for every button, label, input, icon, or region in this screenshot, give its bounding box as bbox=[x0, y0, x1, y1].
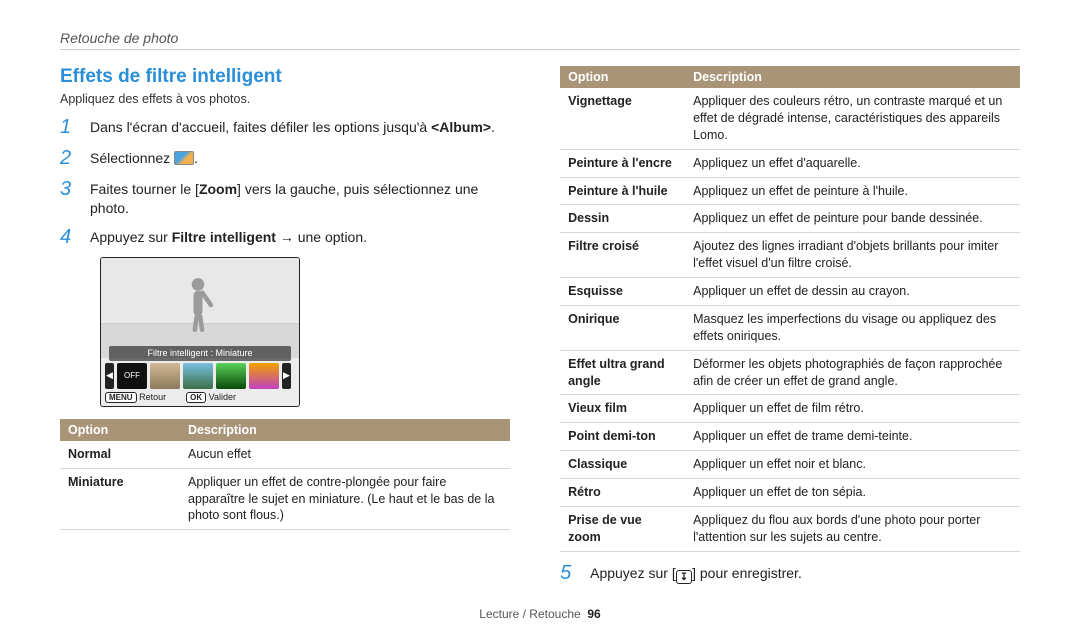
description-cell: Appliquer un effet de dessin au crayon. bbox=[685, 278, 1020, 306]
description-cell: Appliquer un effet de film rétro. bbox=[685, 395, 1020, 423]
filter-thumb[interactable] bbox=[150, 363, 180, 389]
step-text: Appuyez sur [↧] pour enregistrer. bbox=[590, 562, 802, 585]
page-title: Effets de filtre intelligent bbox=[60, 66, 510, 88]
breadcrumb: Retouche de photo bbox=[60, 30, 1020, 46]
option-cell: Esquisse bbox=[560, 278, 685, 306]
table-row: EsquisseAppliquer un effet de dessin au … bbox=[560, 278, 1020, 306]
table-row: Normal Aucun effet bbox=[60, 441, 510, 468]
step-text: Faites tourner le [Zoom] vers la gauche,… bbox=[90, 178, 510, 218]
step-1: 1 Dans l'écran d'accueil, faites défiler… bbox=[60, 116, 510, 139]
table-row: Vieux filmAppliquer un effet de film rét… bbox=[560, 395, 1020, 423]
preview-caption: Filtre intelligent : Miniature bbox=[109, 346, 291, 361]
table-header-option: Option bbox=[560, 66, 685, 88]
option-cell: Point demi-ton bbox=[560, 423, 685, 451]
option-cell: Onirique bbox=[560, 305, 685, 350]
step-list: 1 Dans l'écran d'accueil, faites défiler… bbox=[60, 116, 510, 249]
table-row: Peinture à l'encreAppliquez un effet d'a… bbox=[560, 149, 1020, 177]
step-2: 2 Sélectionnez . bbox=[60, 147, 510, 170]
camera-preview: Filtre intelligent : Miniature ◀ OFF ▶ M… bbox=[100, 257, 300, 407]
menu-label: Retour bbox=[139, 392, 166, 402]
save-key-icon: ↧ bbox=[676, 570, 692, 584]
table-row: Effet ultra grand angleDéformer les obje… bbox=[560, 350, 1020, 395]
step-text: Sélectionnez . bbox=[90, 147, 198, 170]
description-cell: Appliquez un effet de peinture à l'huile… bbox=[685, 177, 1020, 205]
divider bbox=[60, 49, 1020, 50]
description-cell: Masquez les imperfections du visage ou a… bbox=[685, 305, 1020, 350]
filter-thumb[interactable] bbox=[216, 363, 246, 389]
option-cell: Rétro bbox=[560, 479, 685, 507]
option-cell: Peinture à l'huile bbox=[560, 177, 685, 205]
footer-section: Lecture / Retouche bbox=[479, 607, 580, 621]
filter-thumbnail-row: ◀ OFF ▶ bbox=[105, 362, 295, 390]
preview-scene bbox=[101, 258, 299, 358]
step-5: 5 Appuyez sur [↧] pour enregistrer. bbox=[560, 562, 1020, 585]
content-columns: Effets de filtre intelligent Appliquez d… bbox=[60, 66, 1020, 593]
description-cell: Déformer les objets photographiés de faç… bbox=[685, 350, 1020, 395]
description-cell: Appliquer un effet de ton sépia. bbox=[685, 479, 1020, 507]
table-row: DessinAppliquez un effet de peinture pou… bbox=[560, 205, 1020, 233]
table-header-description: Description bbox=[180, 419, 510, 441]
manual-page: Retouche de photo Effets de filtre intel… bbox=[0, 0, 1080, 631]
description-cell: Appliquez un effet de peinture pour band… bbox=[685, 205, 1020, 233]
table-row: Point demi-tonAppliquer un effet de tram… bbox=[560, 423, 1020, 451]
description-cell: Appliquer un effet de contre-plongée pou… bbox=[180, 468, 510, 530]
description-cell: Appliquer un effet noir et blanc. bbox=[685, 451, 1020, 479]
preview-button-bar: MENU Retour OK Valider bbox=[105, 390, 295, 404]
filter-thumb[interactable] bbox=[183, 363, 213, 389]
step-text: Appuyez sur Filtre intelligent → une opt… bbox=[90, 226, 367, 249]
table-row: RétroAppliquer un effet de ton sépia. bbox=[560, 479, 1020, 507]
ok-label: Valider bbox=[209, 392, 236, 402]
option-cell: Normal bbox=[60, 441, 180, 468]
table-row: OniriqueMasquez les imperfections du vis… bbox=[560, 305, 1020, 350]
step-number: 1 bbox=[60, 116, 82, 139]
intro-text: Appliquez des effets à vos photos. bbox=[60, 92, 510, 106]
description-cell: Appliquer des couleurs rétro, un contras… bbox=[685, 88, 1020, 149]
page-number: 96 bbox=[587, 607, 600, 621]
table-header-option: Option bbox=[60, 419, 180, 441]
table-row: Peinture à l'huileAppliquez un effet de … bbox=[560, 177, 1020, 205]
step-number: 2 bbox=[60, 147, 82, 170]
description-cell: Appliquez du flou aux bords d'une photo … bbox=[685, 506, 1020, 551]
left-column: Effets de filtre intelligent Appliquez d… bbox=[60, 66, 510, 593]
photo-edit-icon bbox=[174, 151, 194, 165]
option-cell: Vignettage bbox=[560, 88, 685, 149]
menu-key-icon: MENU bbox=[105, 392, 137, 403]
option-cell: Filtre croisé bbox=[560, 233, 685, 278]
right-column: Option Description VignettageAppliquer d… bbox=[560, 66, 1020, 593]
description-cell: Ajoutez des lignes irradiant d'objets br… bbox=[685, 233, 1020, 278]
option-cell: Vieux film bbox=[560, 395, 685, 423]
option-cell: Effet ultra grand angle bbox=[560, 350, 685, 395]
option-cell: Miniature bbox=[60, 468, 180, 530]
step-text: Dans l'écran d'accueil, faites défiler l… bbox=[90, 116, 495, 139]
nav-right-icon[interactable]: ▶ bbox=[282, 363, 291, 389]
option-cell: Classique bbox=[560, 451, 685, 479]
step-number: 4 bbox=[60, 226, 82, 249]
step-number: 5 bbox=[560, 562, 582, 585]
filter-thumb[interactable] bbox=[249, 363, 279, 389]
page-footer: Lecture / Retouche 96 bbox=[60, 607, 1020, 621]
step-4: 4 Appuyez sur Filtre intelligent → une o… bbox=[60, 226, 510, 249]
table-header-description: Description bbox=[685, 66, 1020, 88]
option-cell: Dessin bbox=[560, 205, 685, 233]
description-cell: Aucun effet bbox=[180, 441, 510, 468]
options-table-left: Option Description Normal Aucun effet Mi… bbox=[60, 419, 510, 531]
table-row: ClassiqueAppliquer un effet noir et blan… bbox=[560, 451, 1020, 479]
filter-off-thumb[interactable]: OFF bbox=[117, 363, 147, 389]
table-row: Prise de vue zoomAppliquez du flou aux b… bbox=[560, 506, 1020, 551]
preview-person-icon bbox=[192, 278, 205, 316]
options-table-right: Option Description VignettageAppliquer d… bbox=[560, 66, 1020, 552]
step-list-continued: 5 Appuyez sur [↧] pour enregistrer. bbox=[560, 562, 1020, 585]
option-cell: Prise de vue zoom bbox=[560, 506, 685, 551]
table-row: Filtre croiséAjoutez des lignes irradian… bbox=[560, 233, 1020, 278]
table-row: VignettageAppliquer des couleurs rétro, … bbox=[560, 88, 1020, 149]
ok-key-icon: OK bbox=[186, 392, 206, 403]
description-cell: Appliquer un effet de trame demi-teinte. bbox=[685, 423, 1020, 451]
option-cell: Peinture à l'encre bbox=[560, 149, 685, 177]
description-cell: Appliquez un effet d'aquarelle. bbox=[685, 149, 1020, 177]
table-row: Miniature Appliquer un effet de contre-p… bbox=[60, 468, 510, 530]
step-3: 3 Faites tourner le [Zoom] vers la gauch… bbox=[60, 178, 510, 218]
nav-left-icon[interactable]: ◀ bbox=[105, 363, 114, 389]
step-number: 3 bbox=[60, 178, 82, 218]
